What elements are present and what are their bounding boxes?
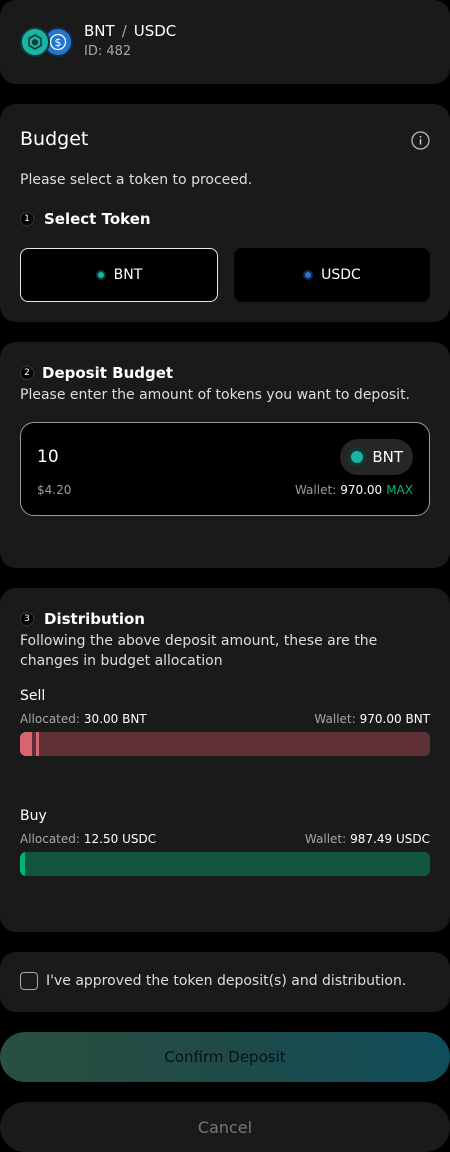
quote-symbol: USDC [133,22,177,40]
buy-allocated: Allocated: 12.50 USDC [20,832,156,846]
token-option-usdc[interactable]: USDC [234,248,430,302]
buy-label: Buy [20,808,47,824]
sell-wallet: Wallet: 970.00 BNT [314,712,430,726]
wallet-balance: Wallet: 970.00 MAX [295,483,413,497]
step-distribution: 3 Distribution [20,610,145,628]
deposit-budget-card: 2 Deposit Budget Please enter the amount… [0,342,450,568]
allocated-label: Allocated: [20,712,80,726]
bnt-token-icon [348,448,367,466]
buy-wallet: Wallet: 987.49 USDC [305,832,430,846]
token-option-label: BNT [113,267,143,283]
approval-checkbox-row[interactable]: I've approved the token deposit(s) and d… [20,972,406,990]
cancel-button[interactable]: Cancel [0,1102,450,1152]
pair-separator: / [121,22,127,40]
strategy-id: ID: 482 [84,44,132,59]
deposit-input-box: 10 BNT $4.20 Wallet: 970.00 MAX [20,422,430,516]
confirm-deposit-button[interactable]: Confirm Deposit [0,1032,450,1082]
step-deposit-budget: 2 Deposit Budget [20,364,173,382]
usdc-token-icon [303,270,314,280]
approval-card: I've approved the token deposit(s) and d… [0,952,450,1012]
fiat-value: $4.20 [37,483,72,497]
info-icon[interactable] [411,131,430,150]
token-selector-label: BNT [372,448,403,466]
base-symbol: BNT [84,22,115,40]
wallet-value: 987.49 USDC [350,832,430,846]
sell-allocation-bar [20,732,430,756]
sell-label: Sell [20,688,46,704]
step-number: 2 [20,366,34,380]
wallet-label: Wallet: [304,832,347,846]
allocated-value: 30.00 BNT [83,712,147,726]
step-select-token: 1 Select Token [20,210,151,228]
step-title: Distribution [44,610,145,628]
buy-allocated-fill [20,852,25,876]
wallet-label: Wallet: [294,483,337,497]
deposit-description: Please enter the amount of tokens you wa… [20,387,411,403]
approval-text: I've approved the token deposit(s) and d… [46,973,407,989]
step-number: 1 [20,212,34,226]
pair-header-card: $ BNT / USDC ID: 482 [0,0,450,84]
wallet-value: 970.00 [340,483,383,497]
pair-title: BNT / USDC [84,22,176,40]
distribution-card: 3 Distribution Following the above depos… [0,588,450,932]
wallet-label: Wallet: [314,712,356,726]
step-title: Deposit Budget [42,364,174,382]
distribution-description: Following the above deposit amount, thes… [20,633,378,669]
step-title: Select Token [44,210,151,228]
budget-prompt: Please select a token to proceed. [20,172,253,188]
token-option-label: USDC [321,267,361,283]
step-number: 3 [20,612,34,626]
sell-allocated-fill [20,732,32,756]
approval-checkbox[interactable] [20,972,38,990]
allocated-label: Allocated: [20,832,80,846]
max-button[interactable]: MAX [386,483,413,497]
bnt-token-icon [20,27,50,57]
token-selector[interactable]: BNT [340,439,413,475]
wallet-value: 970.00 BNT [359,712,430,726]
allocated-value: 12.50 USDC [83,832,157,846]
sell-allocated: Allocated: 30.00 BNT [20,712,147,726]
budget-title: Budget [20,128,89,150]
token-option-bnt[interactable]: BNT [20,248,218,302]
pair-icons: $ [20,26,76,58]
buy-allocation-bar [20,852,430,876]
svg-text:$: $ [55,36,62,49]
bnt-token-icon [95,270,106,280]
sell-allocation-marker [36,732,39,756]
deposit-amount-input[interactable]: 10 [37,447,59,467]
